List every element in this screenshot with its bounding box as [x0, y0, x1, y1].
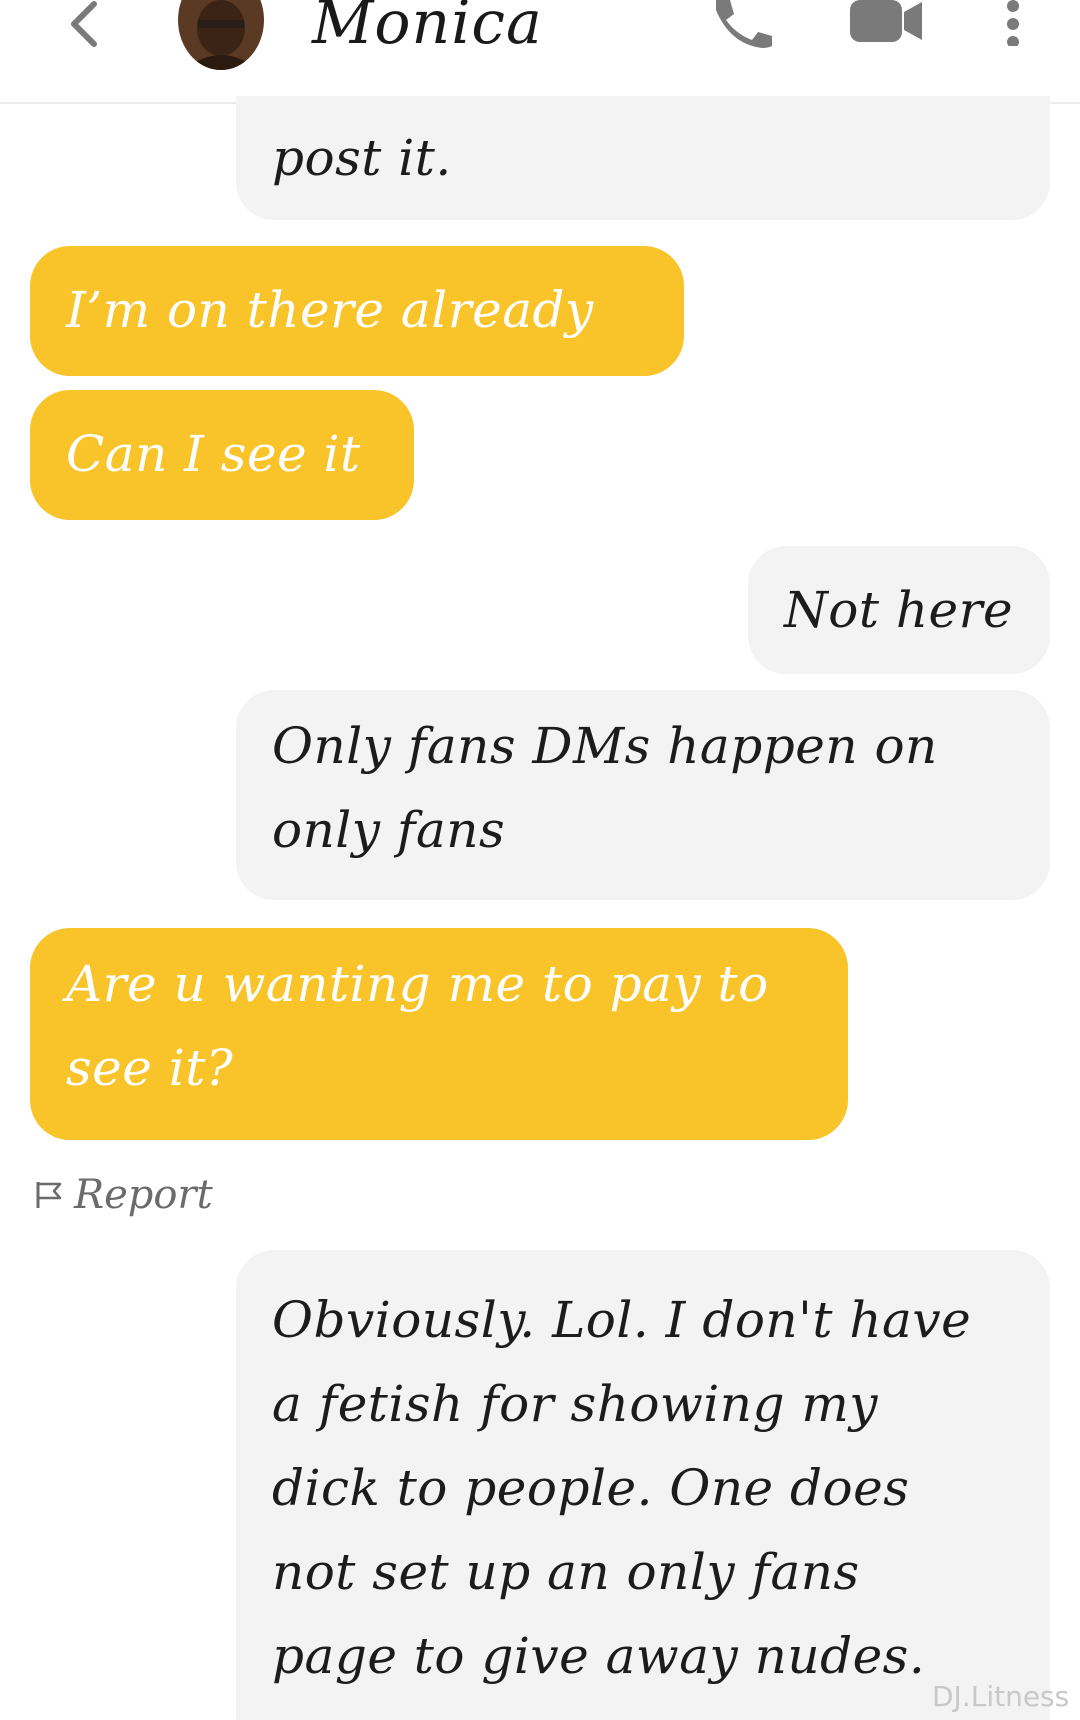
- watermark: DJ.Litness: [932, 1680, 1070, 1713]
- message-text-line: dick to people. One does: [272, 1459, 910, 1517]
- chat-header: Monica: [0, 0, 1080, 104]
- message-bubble-incoming[interactable]: Obviously. Lol. I don't have a fetish fo…: [236, 1250, 1050, 1720]
- message-bubble-incoming[interactable]: post it.: [236, 96, 1050, 220]
- avatar[interactable]: [178, 0, 264, 70]
- more-vertical-icon: [1007, 0, 1019, 48]
- report-label: Report: [74, 1172, 213, 1218]
- call-button[interactable]: [712, 0, 778, 48]
- message-bubble-incoming[interactable]: Not here: [748, 546, 1050, 674]
- message-text-line: a fetish for showing my: [272, 1375, 879, 1433]
- message-text-line: Are u wanting me to pay to: [66, 955, 769, 1013]
- message-text-line: only fans: [272, 801, 506, 859]
- message-bubble-outgoing[interactable]: Are u wanting me to pay to see it?: [30, 928, 848, 1140]
- message-text: Not here: [784, 581, 1014, 639]
- chevron-left-icon: [71, 1, 97, 47]
- message-text-line: see it?: [66, 1039, 234, 1097]
- more-options-button[interactable]: [998, 0, 1028, 48]
- contact-name[interactable]: Monica: [312, 0, 543, 58]
- message-text-line: not set up an only fans: [272, 1543, 860, 1601]
- message-text: Can I see it: [66, 425, 361, 483]
- phone-icon: [716, 0, 772, 48]
- flag-icon: [36, 1182, 62, 1208]
- back-button[interactable]: [60, 0, 110, 52]
- message-bubble-outgoing[interactable]: Can I see it: [30, 390, 414, 520]
- video-camera-icon: [850, 0, 922, 42]
- video-call-button[interactable]: [850, 0, 926, 44]
- message-text: post it.: [272, 129, 452, 187]
- report-link[interactable]: Report: [34, 1168, 213, 1222]
- message-text: I’m on there already: [66, 281, 594, 339]
- message-text-line: page to give away nudes.: [272, 1627, 926, 1685]
- message-text-line: Obviously. Lol. I don't have: [272, 1291, 972, 1349]
- message-text-line: Only fans DMs happen on: [272, 717, 938, 775]
- message-bubble-outgoing[interactable]: I’m on there already: [30, 246, 684, 376]
- message-bubble-incoming[interactable]: Only fans DMs happen on only fans: [236, 690, 1050, 900]
